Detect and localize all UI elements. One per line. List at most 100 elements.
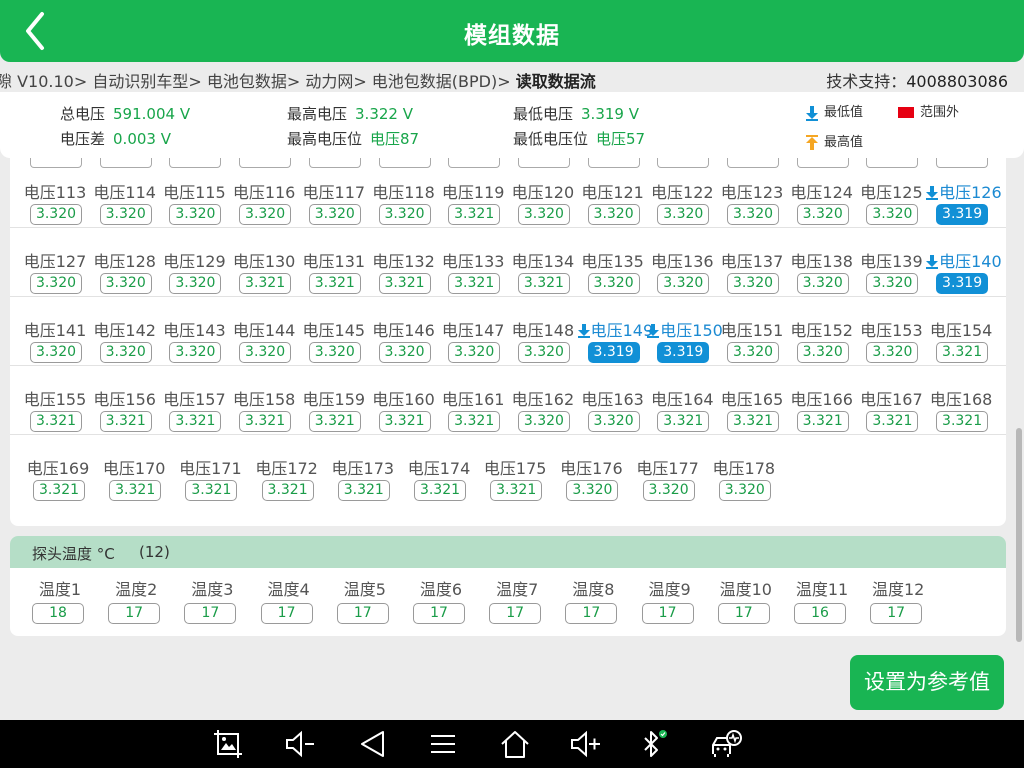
voltage-cell[interactable]: 电压141 3.320 — [20, 297, 90, 366]
temperature-probe[interactable]: 温度12 17 — [860, 568, 936, 630]
voltage-cell[interactable]: 电压170 3.321 — [99, 435, 169, 504]
voltage-cell[interactable]: 电压144 3.320 — [229, 297, 299, 366]
temperature-probe[interactable]: 温度5 17 — [327, 568, 403, 630]
voltage-cell[interactable]: 电压157 3.321 — [159, 366, 229, 435]
bluetooth-button[interactable] — [636, 728, 668, 760]
temperature-title: 探头温度 °C — [32, 545, 115, 563]
voltage-cell[interactable]: 电压155 3.321 — [20, 366, 90, 435]
menu-button[interactable] — [427, 728, 459, 760]
voltage-cell[interactable]: 电压168 3.321 — [926, 366, 996, 435]
voltage-cell[interactable]: 电压149 3.319 — [577, 297, 653, 366]
voltage-cell[interactable]: 电压166 3.321 — [787, 366, 857, 435]
temperature-probe[interactable]: 温度7 17 — [479, 568, 555, 630]
voltage-cell[interactable]: 电压150 3.319 — [647, 297, 723, 366]
temperature-probe[interactable]: 温度3 17 — [174, 568, 250, 630]
temperature-probe[interactable]: 温度2 17 — [98, 568, 174, 630]
voltage-cell[interactable]: 电压128 3.320 — [90, 228, 160, 297]
voltage-cell[interactable]: 电压146 3.320 — [369, 297, 439, 366]
voltage-cell[interactable]: 电压129 3.320 — [159, 228, 229, 297]
voltage-cell[interactable]: 电压131 3.321 — [299, 228, 369, 297]
voltage-cell[interactable]: 电压120 3.320 — [508, 159, 578, 228]
voltage-cell[interactable]: 电压175 3.321 — [480, 435, 550, 504]
voltage-cell[interactable]: 电压162 3.320 — [508, 366, 578, 435]
voltage-cell-name: 电压136 — [647, 248, 717, 272]
voltage-cell-name: 电压176 — [556, 455, 626, 479]
voltage-cell[interactable]: 电压164 3.321 — [647, 366, 717, 435]
voltage-cell[interactable]: 电压159 3.321 — [299, 366, 369, 435]
voltage-cell-label: 电压173 — [331, 459, 395, 478]
voltage-cell-value: 3.321 — [414, 480, 466, 501]
voltage-cell[interactable]: 电压122 3.320 — [647, 159, 717, 228]
temperature-probe[interactable]: 温度9 17 — [632, 568, 708, 630]
volume-up-button[interactable] — [569, 728, 601, 760]
voltage-diff-label: 电压差 — [60, 130, 106, 148]
voltage-cell[interactable]: 电压176 3.320 — [556, 435, 626, 504]
temperature-probe[interactable]: 温度8 17 — [555, 568, 631, 630]
volume-down-button[interactable] — [284, 728, 316, 760]
voltage-cell[interactable]: 电压153 3.320 — [856, 297, 926, 366]
voltage-cell-value: 3.321 — [448, 273, 501, 294]
temperature-probe[interactable]: 温度10 17 — [708, 568, 784, 630]
voltage-cell[interactable]: 电压135 3.320 — [578, 228, 648, 297]
temperature-probe[interactable]: 温度11 16 — [784, 568, 860, 630]
voltage-cell[interactable]: 电压123 3.320 — [717, 159, 787, 228]
voltage-cell[interactable]: 电压115 3.320 — [159, 159, 229, 228]
voltage-cell[interactable]: 电压119 3.321 — [438, 159, 508, 228]
voltage-cell[interactable]: 电压132 3.321 — [369, 228, 439, 297]
voltage-cell[interactable]: 电压136 3.320 — [647, 228, 717, 297]
temperature-probe[interactable]: 温度1 18 — [22, 568, 98, 630]
voltage-cell[interactable]: 电压145 3.320 — [299, 297, 369, 366]
voltage-cells-panel[interactable]: 电压113 3.320 电压114 3.320 电压115 3.320 电压116 3.320… — [10, 158, 1006, 526]
voltage-cell[interactable]: 电压151 3.320 — [717, 297, 787, 366]
scrollbar[interactable] — [1016, 428, 1022, 642]
voltage-cell[interactable]: 电压171 3.321 — [175, 435, 245, 504]
voltage-cell[interactable]: 电压173 3.321 — [328, 435, 398, 504]
voltage-cell[interactable]: 电压152 3.320 — [787, 297, 857, 366]
voltage-cell[interactable]: 电压127 3.320 — [20, 228, 90, 297]
voltage-cell[interactable]: 电压154 3.321 — [926, 297, 996, 366]
voltage-cell[interactable]: 电压121 3.320 — [578, 159, 648, 228]
voltage-cell[interactable]: 电压161 3.321 — [438, 366, 508, 435]
voltage-cell[interactable]: 电压113 3.320 — [20, 159, 90, 228]
voltage-cell[interactable]: 电压142 3.320 — [90, 297, 160, 366]
voltage-cell[interactable]: 电压140 3.319 — [926, 228, 1002, 297]
voltage-cell[interactable]: 电压156 3.321 — [90, 366, 160, 435]
voltage-cell[interactable]: 电压143 3.320 — [159, 297, 229, 366]
temperature-probe[interactable]: 温度4 17 — [251, 568, 327, 630]
voltage-cell[interactable]: 电压125 3.320 — [856, 159, 926, 228]
voltage-cell[interactable]: 电压147 3.320 — [438, 297, 508, 366]
voltage-cell[interactable]: 电压114 3.320 — [90, 159, 160, 228]
back-nav-button[interactable] — [357, 728, 389, 760]
voltage-cell-name: 电压145 — [299, 317, 369, 341]
home-button[interactable] — [499, 728, 531, 760]
voltage-cell[interactable]: 电压124 3.320 — [787, 159, 857, 228]
voltage-cell[interactable]: 电压126 3.319 — [926, 159, 1002, 228]
voltage-cell[interactable]: 电压117 3.320 — [299, 159, 369, 228]
set-reference-button[interactable]: 设置为参考值 — [850, 655, 1004, 710]
voltage-cell[interactable]: 电压174 3.321 — [404, 435, 474, 504]
voltage-cell[interactable]: 电压138 3.320 — [787, 228, 857, 297]
voltage-cell[interactable]: 电压137 3.320 — [717, 228, 787, 297]
voltage-cell[interactable]: 电压116 3.320 — [229, 159, 299, 228]
voltage-cell[interactable]: 电压148 3.320 — [508, 297, 578, 366]
car-diagnostic-button[interactable] — [710, 728, 742, 760]
voltage-cell[interactable]: 电压167 3.321 — [856, 366, 926, 435]
voltage-cell[interactable]: 电压158 3.321 — [229, 366, 299, 435]
voltage-cell[interactable]: 电压169 3.321 — [23, 435, 93, 504]
screenshot-button[interactable] — [212, 728, 244, 760]
temperature-probe[interactable]: 温度6 17 — [403, 568, 479, 630]
voltage-cell[interactable]: 电压163 3.320 — [578, 366, 648, 435]
voltage-cell[interactable]: 电压177 3.320 — [633, 435, 703, 504]
voltage-cell[interactable]: 电压172 3.321 — [252, 435, 322, 504]
voltage-cell[interactable]: 电压160 3.321 — [369, 366, 439, 435]
voltage-cell-label: 电压143 — [163, 321, 226, 340]
voltage-cell[interactable]: 电压130 3.321 — [229, 228, 299, 297]
temperature-probe-name: 温度7 — [496, 580, 539, 599]
voltage-cell-label: 电压163 — [581, 390, 644, 409]
voltage-cell[interactable]: 电压118 3.320 — [369, 159, 439, 228]
voltage-cell[interactable]: 电压139 3.320 — [856, 228, 926, 297]
voltage-cell[interactable]: 电压165 3.321 — [717, 366, 787, 435]
voltage-cell[interactable]: 电压178 3.320 — [709, 435, 779, 504]
voltage-cell[interactable]: 电压134 3.321 — [508, 228, 578, 297]
voltage-cell[interactable]: 电压133 3.321 — [438, 228, 508, 297]
